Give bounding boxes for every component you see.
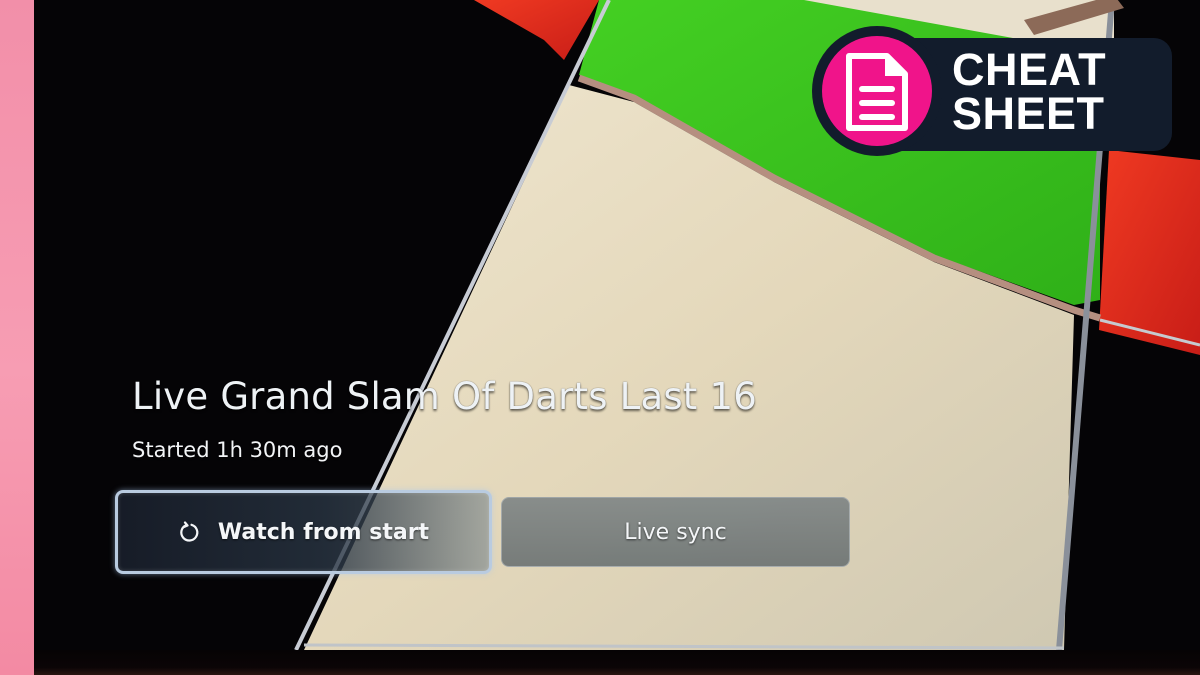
live-sync-button[interactable]: Live sync <box>501 497 850 567</box>
cheat-sheet-badge: CHEAT SHEET <box>812 26 1174 156</box>
program-start-time: Started 1h 30m ago <box>132 438 343 462</box>
background-wall <box>0 0 34 675</box>
program-title: Live Grand Slam Of Darts Last 16 <box>132 375 757 418</box>
watch-from-start-button[interactable]: Watch from start <box>115 490 492 574</box>
badge-text-line1: CHEAT <box>952 44 1107 95</box>
tv-bezel <box>34 650 1200 675</box>
badge-text-line2: SHEET <box>952 88 1105 139</box>
badge-text: CHEAT SHEET <box>952 44 1107 139</box>
live-sync-label: Live sync <box>624 519 727 545</box>
badge-circle <box>812 26 942 156</box>
document-icon <box>846 53 908 131</box>
watch-from-start-label: Watch from start <box>217 519 430 545</box>
restart-icon <box>178 521 200 543</box>
